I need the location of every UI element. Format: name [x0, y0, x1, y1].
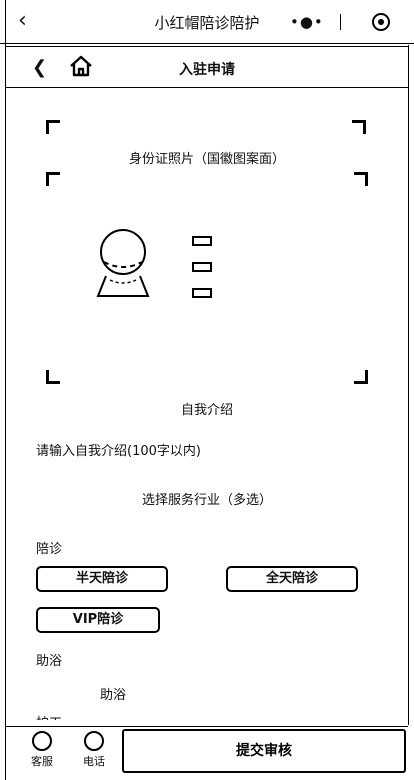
capsule-divider — [340, 14, 341, 30]
id-photo-label: 身份证照片（国徽图案面） — [128, 152, 285, 167]
left-edge — [0, 0, 6, 780]
option-half-day-escort[interactable]: 半天陪诊 — [36, 566, 168, 592]
id-card-person-icon — [92, 228, 154, 298]
page-title: 入驻申请 — [179, 62, 235, 78]
dots-icon[interactable]: •●• — [290, 13, 324, 31]
option-bath[interactable]: 助浴 — [100, 684, 126, 703]
tab-customer-service[interactable]: 客服 — [22, 731, 62, 769]
submit-button[interactable]: 提交审核 — [122, 729, 406, 773]
frame-corner — [46, 370, 60, 384]
option-vip-escort[interactable]: VIP陪诊 — [36, 607, 160, 633]
tab-label: 电话 — [83, 755, 105, 768]
target-icon[interactable] — [372, 13, 390, 31]
right-edge — [408, 45, 414, 725]
services-title: 选择服务行业（多选） — [141, 493, 272, 508]
frame-corner — [46, 120, 60, 134]
intro-title: 自我介绍 — [180, 403, 233, 418]
group-label-bath: 助浴 — [36, 654, 63, 669]
frame-corner — [354, 172, 368, 186]
tab-phone[interactable]: 电话 — [74, 731, 114, 769]
capsule-menu: •●• — [284, 11, 394, 33]
frame-corner — [352, 120, 366, 134]
phone-icon — [84, 731, 104, 751]
customer-service-icon — [32, 731, 52, 751]
bottom-bar: 客服 电话 提交审核 — [6, 726, 408, 774]
option-full-day-escort[interactable]: 全天陪诊 — [226, 566, 358, 592]
tab-label: 客服 — [31, 755, 53, 768]
group-label-caregiver: 护工 — [36, 712, 62, 720]
page-header: ❮ 入驻申请 — [6, 46, 408, 88]
frame-corner — [46, 172, 60, 186]
group-label-escort: 陪诊 — [36, 542, 63, 557]
id-card-lines-icon — [192, 236, 214, 314]
frame-corner — [354, 370, 368, 384]
mini-program-topbar: ‹ 小红帽陪诊陪护 •●• — [0, 0, 414, 44]
intro-input[interactable] — [36, 441, 376, 461]
